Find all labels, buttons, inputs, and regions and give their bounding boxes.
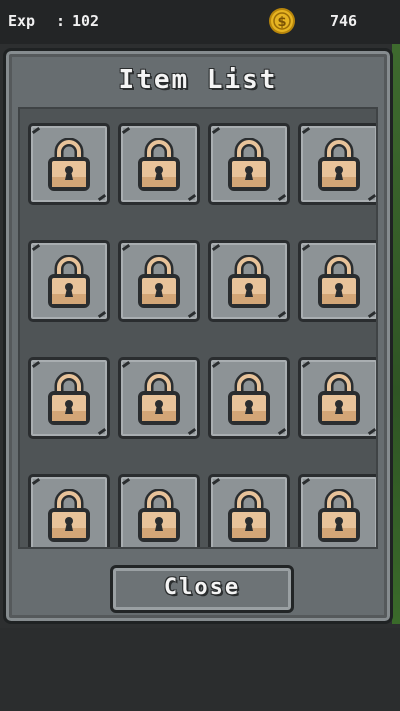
locked-item-slot[interactable] [28, 357, 110, 439]
padlock-icon [228, 255, 270, 308]
padlock-icon [48, 255, 90, 308]
locked-item-slot[interactable] [118, 240, 200, 322]
locked-item-slot[interactable] [208, 474, 290, 547]
padlock-icon [138, 255, 180, 308]
padlock-icon [48, 489, 90, 542]
svg-text:$: $ [277, 15, 286, 30]
game-screen: Exp : 102 $ 746 Item List Close [0, 0, 400, 711]
background-scenery [392, 44, 400, 624]
bottom-background [0, 628, 400, 711]
locked-item-slot[interactable] [28, 123, 110, 205]
coin-value: 746 [330, 12, 358, 30]
padlock-icon [318, 138, 360, 191]
locked-item-slot[interactable] [28, 240, 110, 322]
locked-item-slot[interactable] [208, 357, 290, 439]
padlock-icon [318, 489, 360, 542]
locked-item-slot[interactable] [118, 474, 200, 547]
locked-item-slot[interactable] [118, 123, 200, 205]
panel-title: Item List [118, 65, 278, 95]
padlock-icon [228, 372, 270, 425]
item-list-panel: Item List Close [3, 48, 393, 624]
locked-item-slot[interactable] [298, 123, 376, 205]
locked-item-slot[interactable] [118, 357, 200, 439]
item-grid [18, 107, 378, 549]
padlock-icon [48, 138, 90, 191]
locked-item-slot[interactable] [298, 474, 376, 547]
padlock-icon [228, 489, 270, 542]
locked-item-slot[interactable] [208, 123, 290, 205]
locked-item-slot[interactable] [298, 240, 376, 322]
locked-item-slot[interactable] [298, 357, 376, 439]
padlock-icon [318, 372, 360, 425]
exp-separator: : [56, 12, 66, 30]
exp-label: Exp [8, 12, 36, 30]
top-hud: Exp : 102 $ 746 [0, 0, 400, 44]
close-button[interactable]: Close [110, 565, 294, 613]
padlock-icon [48, 372, 90, 425]
locked-item-slot[interactable] [208, 240, 290, 322]
padlock-icon [318, 255, 360, 308]
exp-value: 102 [72, 12, 100, 30]
padlock-icon [228, 138, 270, 191]
padlock-icon [138, 138, 180, 191]
padlock-icon [138, 372, 180, 425]
padlock-icon [138, 489, 180, 542]
locked-item-slot[interactable] [28, 474, 110, 547]
dollar-coin-icon: $ [269, 8, 295, 34]
